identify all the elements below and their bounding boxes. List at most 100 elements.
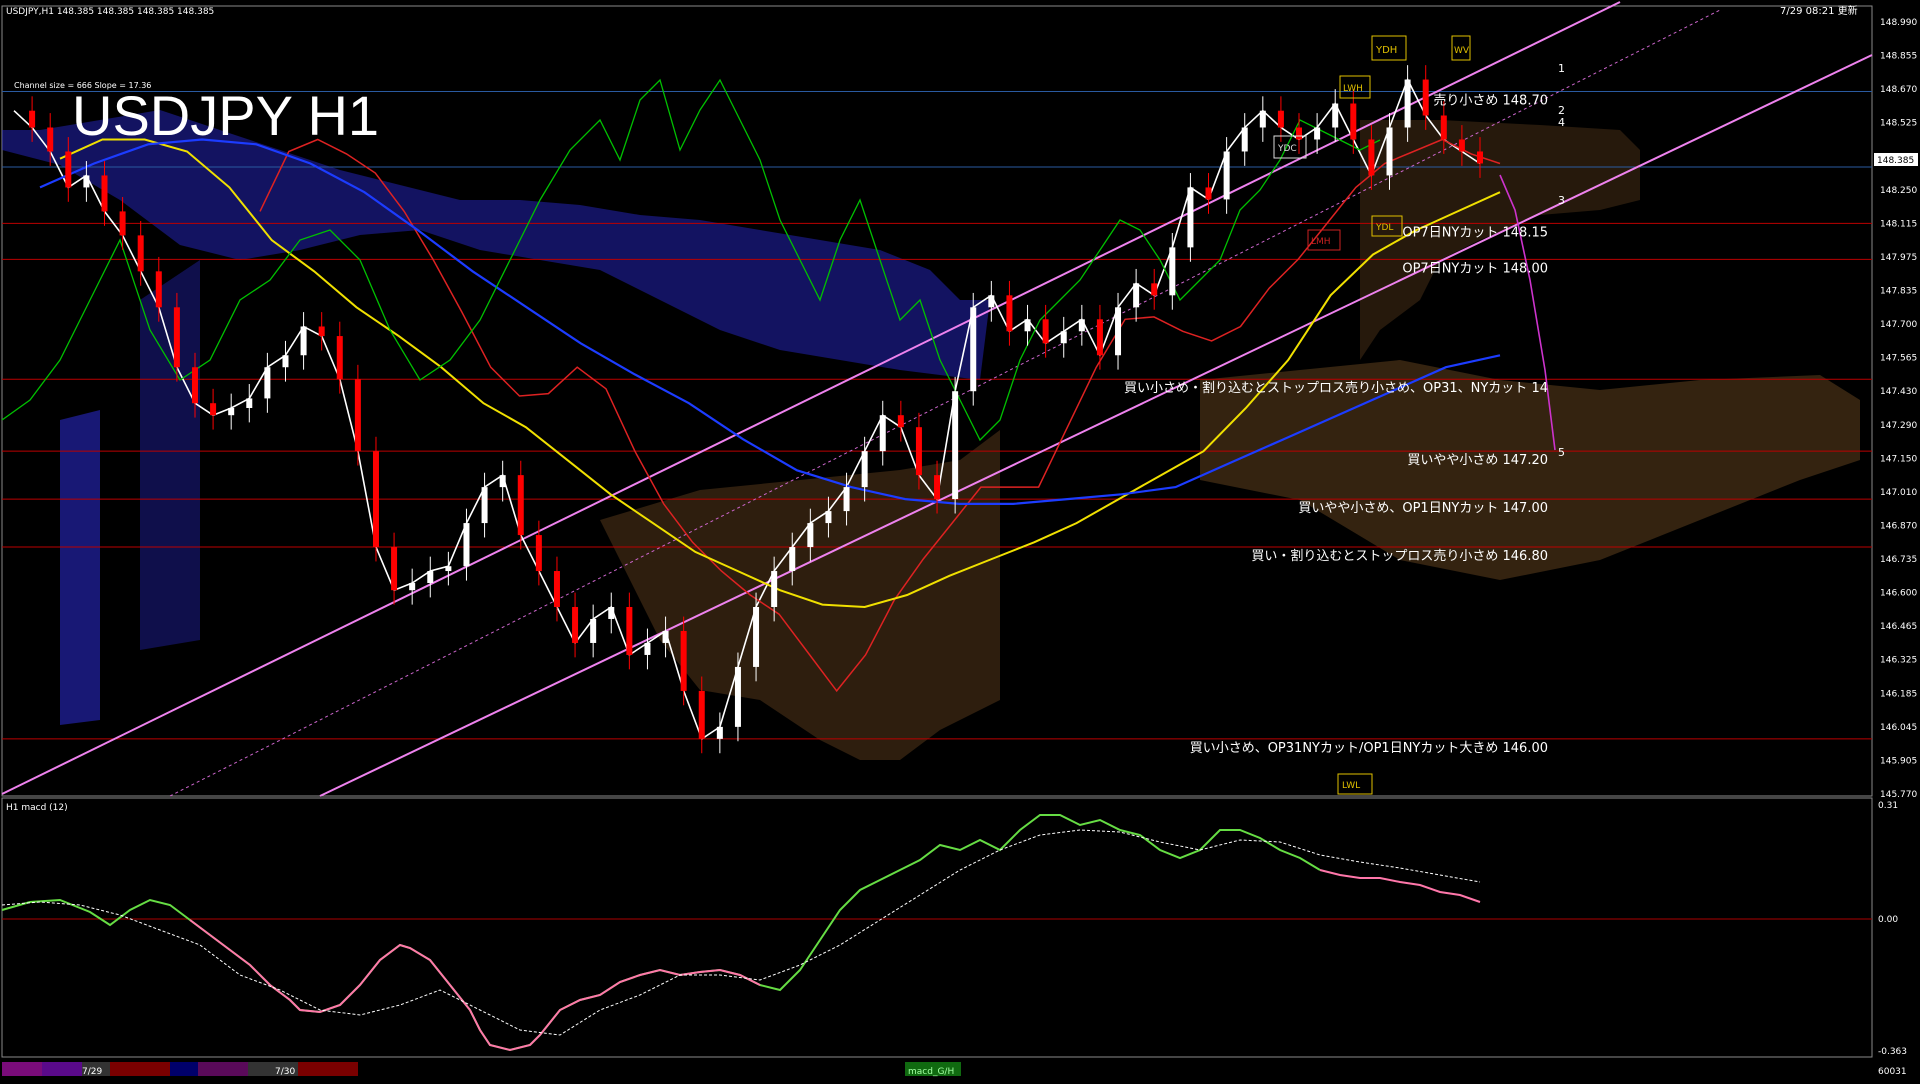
macd-axis: 0.31 0.00 -0.363	[1878, 801, 1907, 1057]
scenario-label-3: 3	[1558, 194, 1565, 207]
candle-body	[336, 336, 343, 380]
candle-body	[372, 451, 379, 548]
update-info: 7/29 08:21 更新	[1780, 4, 1858, 17]
price-tick-label: 147.150	[1880, 454, 1917, 464]
candle-body	[463, 523, 470, 567]
candle-body	[155, 271, 162, 308]
candle-body	[1440, 115, 1447, 140]
price-tick-label: 146.325	[1880, 656, 1917, 666]
macd-tick-top: 0.31	[1878, 801, 1898, 811]
macd-tick-bottom: -0.363	[1878, 1047, 1907, 1057]
candle-body	[1187, 187, 1194, 248]
symbol-info: USDJPY,H1 148.385 148.385 148.385 148.38…	[6, 7, 214, 17]
price-tick-label: 147.700	[1880, 320, 1917, 330]
candle-body	[807, 523, 814, 548]
candle-body	[119, 211, 126, 236]
level-box-ydh: YDH	[1375, 45, 1397, 56]
candle-body	[300, 326, 307, 356]
price-tick-label: 146.185	[1880, 689, 1917, 699]
candle-body	[101, 175, 108, 212]
candle-body	[210, 403, 217, 416]
candle-body	[753, 606, 760, 667]
candle-body	[173, 307, 180, 368]
time-label-0730: 7/30	[275, 1067, 295, 1077]
candle-body	[354, 379, 361, 452]
current-price-label: 148.385	[1877, 156, 1914, 166]
candle-body	[1151, 283, 1158, 296]
price-chart[interactable]: USDJPY H1 USDJPY,H1 148.385 148.385 148.…	[0, 0, 1920, 1080]
price-tick-label: 145.770	[1880, 790, 1917, 800]
candle-body	[1332, 103, 1339, 128]
candle-body	[1078, 319, 1085, 332]
candle-body	[789, 547, 796, 572]
level-box-lmh: LMH	[1311, 237, 1331, 247]
price-tick-label: 147.290	[1880, 421, 1917, 431]
macd-line-down	[189, 919, 761, 1052]
price-tick-label: 147.975	[1880, 253, 1917, 263]
candle-body	[481, 487, 488, 524]
candle-body	[734, 666, 741, 727]
annotation-text: OP7日NYカット 148.15	[1402, 225, 1548, 240]
candle-body	[1386, 127, 1393, 176]
candle-body	[716, 726, 723, 739]
candle-body	[535, 535, 542, 572]
candle-body	[445, 566, 452, 572]
candle-body	[1133, 283, 1140, 308]
candle-body	[1296, 127, 1303, 140]
annotation-text: OP7日NYカット 148.00	[1402, 261, 1548, 276]
candle-body	[879, 415, 886, 452]
chart-title: USDJPY H1	[72, 84, 379, 147]
time-label-0729: 7/29	[82, 1067, 102, 1077]
macd-line-down-right	[1319, 869, 1481, 903]
scenario-label-4: 4	[1558, 116, 1565, 129]
candle-body	[1115, 307, 1122, 356]
candle-body	[698, 690, 705, 739]
candle-body	[228, 408, 235, 416]
candle-body	[1241, 127, 1248, 152]
candle-body	[934, 475, 941, 500]
candle-body	[65, 151, 72, 188]
annotation-text: 買い・割り込むとストップロス売り小さめ 146.80	[1251, 548, 1548, 564]
candle-body	[553, 571, 560, 607]
candle-body	[427, 571, 434, 584]
candle-body	[83, 175, 90, 188]
candle-body	[1096, 319, 1103, 356]
macd-label: H1 macd (12)	[6, 803, 68, 813]
candle-body	[662, 630, 669, 643]
macd-panel-border	[1, 797, 1873, 1058]
level-box-wv: WV	[1454, 46, 1470, 56]
price-tick-label: 148.670	[1880, 85, 1917, 95]
scenario-label-1: 1	[1558, 62, 1565, 75]
price-tick-label: 147.430	[1880, 387, 1917, 397]
annotation-text: 買いやや小さめ、OP1日NYカット 147.00	[1298, 501, 1548, 516]
annotation-text: 買いやや小さめ 147.20	[1407, 453, 1548, 468]
candle-body	[1404, 79, 1411, 128]
indicator-label: Channel size = 666 Slope = 17.36	[14, 81, 151, 90]
candle-body	[843, 487, 850, 512]
candle-body	[1368, 139, 1375, 176]
candle-body	[264, 367, 271, 399]
candle-body	[47, 127, 54, 152]
candle-body	[1042, 319, 1049, 344]
price-tick-label: 146.045	[1880, 723, 1917, 733]
candle-body	[861, 451, 868, 488]
level-box-ydl: YDL	[1375, 223, 1393, 233]
price-tick-label: 146.735	[1880, 555, 1917, 565]
candle-body	[246, 398, 253, 408]
candle-body	[915, 427, 922, 476]
candle-body	[499, 475, 506, 488]
candle-body	[1223, 151, 1230, 200]
candle-body	[825, 511, 832, 524]
candle-body	[988, 295, 995, 308]
candle-body	[1205, 187, 1212, 200]
candle-body	[952, 391, 959, 500]
price-tick-label: 146.870	[1880, 521, 1917, 531]
macd-signal-line	[1, 829, 1481, 1036]
candle-body	[1060, 331, 1067, 344]
time-axis: 7/29 7/30 macd_G/H 60031	[2, 1062, 1907, 1077]
price-axis: 148.990 148.855 148.670 148.525 148.385 148.2…	[1880, 18, 1917, 800]
price-tick-label: 147.565	[1880, 354, 1917, 364]
candle-body	[1350, 103, 1357, 140]
candle-body	[771, 571, 778, 607]
price-tick-label: 148.990	[1880, 18, 1917, 28]
